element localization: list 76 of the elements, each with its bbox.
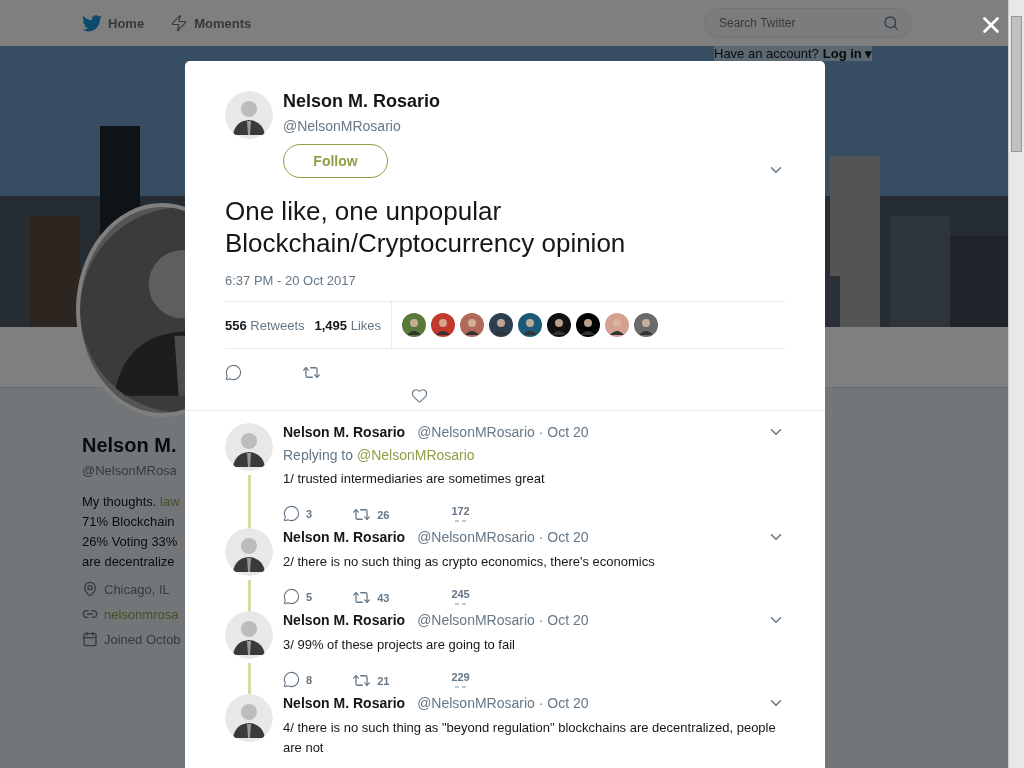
speech-bubble-icon — [283, 505, 300, 522]
location-text: Chicago, IL — [104, 581, 170, 597]
liker-avatar[interactable] — [605, 313, 630, 337]
follow-button[interactable]: Follow — [283, 144, 388, 178]
reply-author-name: Nelson M. Rosario — [283, 695, 406, 711]
reply-text: 4/ there is no such thing as "beyond regulation" blockchains are decentralized, people are not — [283, 719, 777, 757]
reply-button[interactable]: 5 — [283, 588, 313, 605]
nav-link[interactable]: Moments — [170, 14, 252, 32]
reply-handle-date: @NelsonMRosario · Oct 20 — [417, 529, 589, 545]
liker-avatar[interactable] — [547, 313, 572, 337]
author-name: Nelson M. Rosario — [283, 91, 442, 112]
reply-text: 1/ trusted intermediaries are sometimes great — [283, 470, 546, 488]
dash-icon — [454, 519, 467, 523]
like-button[interactable]: 172 — [451, 505, 470, 523]
author-handle: @NelsonMRosario — [283, 118, 402, 134]
bio-line: 26% Voting 33% — [82, 533, 179, 551]
bio-line: are decentralize — [82, 553, 176, 571]
profile-name: Nelson M. — [82, 434, 177, 457]
bio-line: My thoughts. law — [82, 493, 180, 511]
liker-avatar[interactable] — [402, 313, 427, 337]
dash-icon — [454, 602, 467, 606]
speech-bubble-icon — [283, 588, 300, 605]
retweet-count[interactable]: 556 Retweets — [225, 317, 305, 333]
calendar-icon — [82, 631, 98, 647]
reply-button[interactable] — [225, 363, 242, 382]
bio-line: 71% Blockchain — [82, 513, 176, 531]
search-icon — [883, 15, 899, 31]
profile-handle: @NelsonMRosa — [82, 463, 177, 478]
like-count[interactable]: 1,495 Likes — [314, 317, 382, 333]
liker-avatar[interactable] — [634, 313, 659, 337]
reply-author-name: Nelson M. Rosario — [283, 424, 406, 440]
speech-bubble-icon — [283, 671, 300, 688]
avatar — [225, 694, 273, 742]
liker-avatar[interactable] — [460, 313, 485, 337]
bird-logo-icon[interactable] — [82, 14, 102, 32]
thread-line — [247, 663, 251, 694]
reply-author-name: Nelson M. Rosario — [283, 529, 406, 545]
login-link[interactable]: Log in ▾ — [822, 46, 873, 61]
like-button[interactable]: 245 — [451, 588, 470, 606]
account-prompt: Have an account? — [714, 46, 819, 61]
thread-line — [247, 580, 251, 611]
nav-link[interactable]: Home — [82, 14, 145, 32]
tweet-time: 6:37 PM - 20 Oct 2017 — [225, 273, 357, 288]
search-box[interactable]: Search Twitter — [704, 8, 912, 38]
scrollbar[interactable] — [1008, 0, 1024, 768]
liker-avatar[interactable] — [489, 313, 514, 337]
replying-to-text: Replying to @NelsonMRosario — [283, 447, 476, 463]
reply-author-name: Nelson M. Rosario — [283, 612, 406, 628]
liker-avatar[interactable] — [518, 313, 543, 337]
avatar — [225, 423, 273, 471]
dash-icon — [454, 685, 467, 689]
avatar — [225, 528, 273, 576]
liker-avatar[interactable] — [431, 313, 456, 337]
reply-handle-date: @NelsonMRosario · Oct 20 — [417, 424, 589, 440]
reply-text: 3/ 99% of these projects are going to fail — [283, 636, 516, 654]
heart-icon — [411, 387, 428, 404]
location-icon — [82, 581, 98, 597]
retweet-button[interactable]: 26 — [352, 505, 390, 524]
liker-avatar[interactable] — [576, 313, 601, 337]
reply-handle-date: @NelsonMRosario · Oct 20 — [417, 612, 589, 628]
retweet-button[interactable]: 43 — [352, 588, 390, 607]
lightning-icon — [170, 14, 189, 32]
reply-text: 2/ there is no such thing as crypto economics, there's economics — [283, 553, 656, 571]
thread-line — [247, 475, 251, 528]
search-field[interactable]: Search Twitter — [717, 15, 883, 31]
mention-link[interactable]: @NelsonMRosario — [356, 447, 475, 463]
reply-button[interactable]: 8 — [283, 671, 313, 688]
speech-bubble-icon — [225, 364, 242, 381]
avatar — [225, 611, 273, 659]
retweet-button[interactable]: 21 — [352, 671, 390, 690]
reply-button[interactable]: 3 — [283, 505, 313, 522]
like-button[interactable]: 229 — [451, 671, 470, 689]
reply-handle-date: @NelsonMRosario · Oct 20 — [417, 695, 589, 711]
avatar — [225, 91, 273, 139]
joined-text: Joined Octob — [104, 631, 181, 647]
tweet-text: One like, one unpopular Blockchain/Cryptocurrency opinion — [225, 195, 627, 259]
